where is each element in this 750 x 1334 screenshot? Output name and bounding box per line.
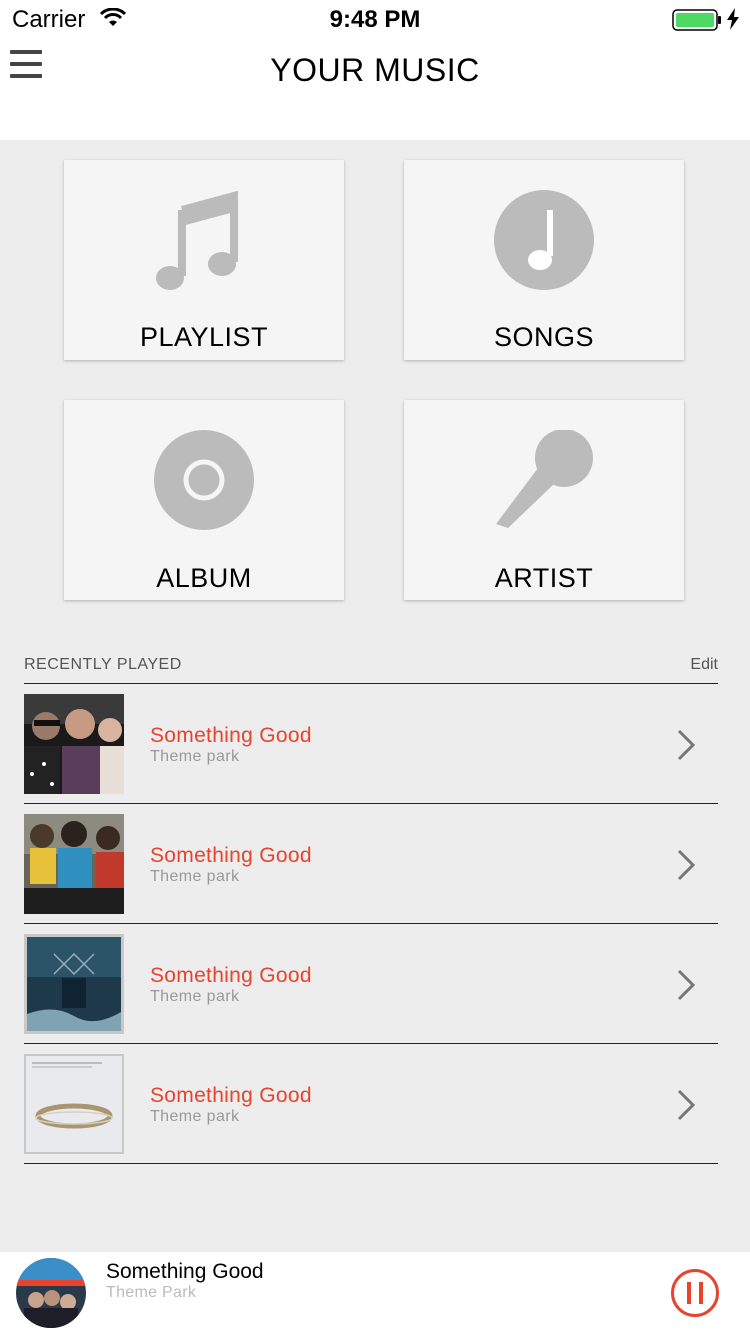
pause-button[interactable] [670, 1268, 720, 1318]
song-title: Something Good [150, 1084, 312, 1107]
edit-button[interactable]: Edit [690, 656, 718, 674]
now-playing-artist: Theme Park [106, 1284, 197, 1301]
status-time: 9:48 PM [329, 6, 421, 33]
tile-album[interactable]: ALBUM [64, 400, 344, 600]
now-playing-title: Something Good [106, 1260, 264, 1283]
disc-icon [154, 430, 254, 530]
microphone-icon [496, 430, 593, 528]
tile-artist[interactable]: ARTIST [404, 400, 684, 600]
section-title: RECENTLY PLAYED [24, 656, 182, 673]
now-playing-bar[interactable]: Something Good Theme Park [0, 1252, 750, 1334]
song-title: Something Good [150, 964, 312, 987]
page-title: YOUR MUSIC [270, 52, 480, 88]
tile-songs[interactable]: SONGS [404, 160, 684, 360]
charging-bolt-icon [727, 8, 739, 30]
battery-icon [672, 9, 721, 31]
list-item[interactable]: Something Good Theme park [24, 804, 718, 924]
recently-played-header: RECENTLY PLAYED Edit [24, 654, 718, 684]
app-header: YOUR MUSIC [0, 40, 750, 140]
album-art-thumbnail [24, 814, 124, 914]
recently-played-list: Something Good Theme park Something Good… [24, 684, 718, 1164]
album-art-thumbnail [24, 1054, 124, 1154]
chevron-right-icon [677, 969, 696, 1001]
status-bar: Carrier 9:48 PM [0, 0, 750, 40]
chevron-right-icon [677, 1089, 696, 1121]
list-item[interactable]: Something Good Theme park [24, 684, 718, 804]
album-art-thumbnail [24, 694, 124, 794]
song-artist: Theme park [150, 868, 240, 885]
chevron-right-icon [677, 729, 696, 761]
song-artist: Theme park [150, 748, 240, 765]
chevron-right-icon [677, 849, 696, 881]
now-playing-art [16, 1258, 86, 1328]
tile-label: PLAYLIST [139, 322, 269, 352]
tile-label: ARTIST [494, 563, 594, 593]
music-note-circle-icon [494, 190, 594, 290]
song-title: Something Good [150, 724, 312, 747]
list-item[interactable]: Something Good Theme park [24, 924, 718, 1044]
tile-playlist[interactable]: PLAYLIST [64, 160, 344, 360]
album-art-thumbnail [24, 934, 124, 1034]
song-artist: Theme park [150, 1108, 240, 1125]
tile-label: ALBUM [156, 563, 252, 593]
list-item[interactable]: Something Good Theme park [24, 1044, 718, 1164]
song-artist: Theme park [150, 988, 240, 1005]
music-notes-icon [156, 190, 238, 290]
tile-label: SONGS [493, 322, 595, 352]
song-title: Something Good [150, 844, 312, 867]
